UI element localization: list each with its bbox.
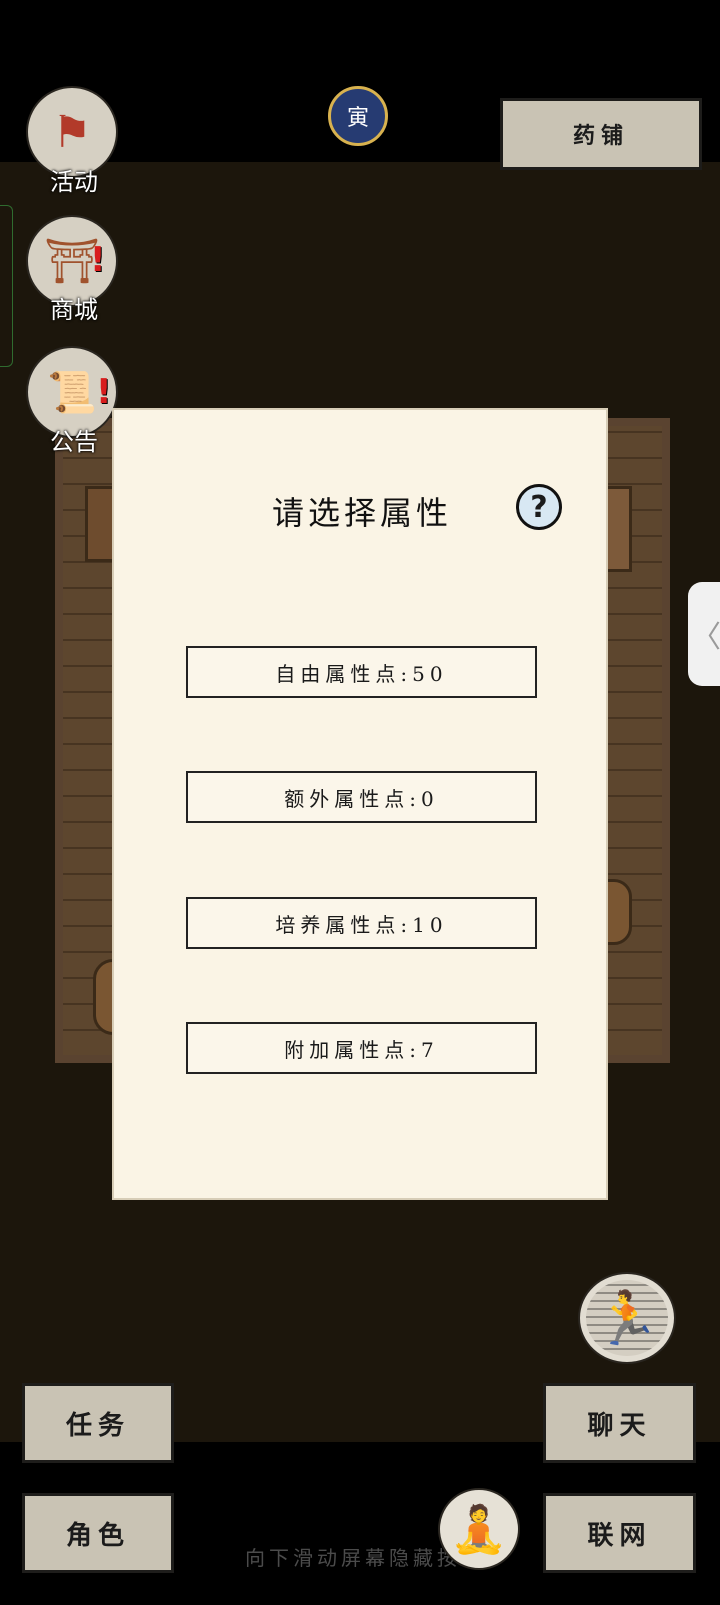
attribute-select-dialog: 请选择属性 ? 自由属性点:50 额外属性点:0 培养属性点:10 附加属性点:… [112, 408, 608, 1200]
training-points-option[interactable]: 培养属性点:10 [186, 897, 537, 949]
shop-label: 商城 [50, 296, 98, 324]
flag-scroll-icon: ⚑ [52, 106, 92, 158]
network-button[interactable]: 联网 [543, 1493, 696, 1573]
free-points-option[interactable]: 自由属性点:50 [186, 646, 537, 698]
chevron-left-icon: 〈 [691, 620, 720, 655]
notice-board-icon: 📜 [47, 369, 97, 416]
swipe-hint-text: 向下滑动屏幕隐藏按 [245, 1546, 461, 1570]
run-button[interactable]: 🏃 [578, 1272, 676, 1364]
character-button[interactable]: 角色 [22, 1493, 174, 1573]
time-moon-icon[interactable]: 寅 [328, 86, 388, 146]
notice-alert-badge: ! [96, 372, 112, 412]
bonus-points-option[interactable]: 附加属性点:7 [186, 1022, 537, 1074]
side-panel-tab[interactable]: 〈 [688, 582, 720, 686]
meditate-button[interactable]: 🧘 [438, 1488, 520, 1570]
chat-button[interactable]: 聊天 [543, 1383, 696, 1463]
notice-label: 公告 [50, 428, 98, 456]
pharmacy-button[interactable]: 药铺 [500, 98, 702, 170]
help-icon[interactable]: ? [516, 484, 562, 530]
extra-points-option[interactable]: 额外属性点:0 [186, 771, 537, 823]
running-person-icon: 🏃 [594, 1288, 660, 1349]
meditation-icon: 🧘 [450, 1501, 508, 1556]
edge-indicator [0, 205, 13, 367]
activity-label: 活动 [50, 168, 98, 196]
shop-alert-badge: ! [90, 240, 106, 280]
quest-button[interactable]: 任务 [22, 1383, 174, 1463]
